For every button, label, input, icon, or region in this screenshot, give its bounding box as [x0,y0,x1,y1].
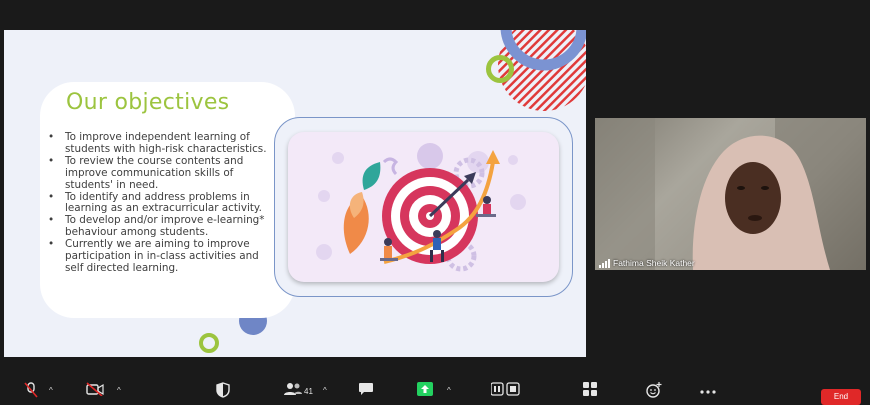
objectives-list: To improve independent learning of stude… [48,131,278,275]
apps-icon[interactable] [583,382,597,396]
participants-icon[interactable] [284,382,302,396]
slide-title: Our objectives [66,90,230,115]
chevron-up-icon[interactable]: ^ [117,386,121,395]
participant-video [595,118,866,270]
reactions-icon[interactable] [646,382,662,398]
chevron-up-icon[interactable]: ^ [447,386,451,395]
video-off-icon[interactable] [86,382,104,396]
chevron-up-icon[interactable]: ^ [323,386,327,395]
meeting-toolbar: ^ ^ 41 ^ ^ End [0,372,870,405]
more-icon[interactable] [700,390,716,394]
chat-icon[interactable] [358,382,374,396]
target-with-arrow-and-people-illustration [288,132,559,282]
objective-item: Currently we are aiming to improve parti… [48,238,278,275]
signal-strength-icon [599,259,610,268]
participant-video-tile[interactable]: Fathima Sheik Kather [595,118,866,270]
objective-item: To review the course contents and improv… [48,155,278,192]
participants-count: 41 [304,387,313,396]
end-meeting-button[interactable]: End [821,389,861,405]
share-screen-icon[interactable] [417,382,433,396]
security-icon[interactable] [216,382,230,398]
objective-item: To improve independent learning of stude… [48,131,278,156]
chevron-up-icon[interactable]: ^ [49,386,53,395]
objective-item: To identify and address problems in lear… [48,191,278,216]
objective-item: To develop and/or improve e-learning* be… [48,214,278,239]
green-ring-decoration-bottom [199,333,219,353]
record-icon[interactable] [491,382,521,396]
participant-name: Fathima Sheik Kather [613,258,695,268]
microphone-muted-icon[interactable] [24,382,38,398]
